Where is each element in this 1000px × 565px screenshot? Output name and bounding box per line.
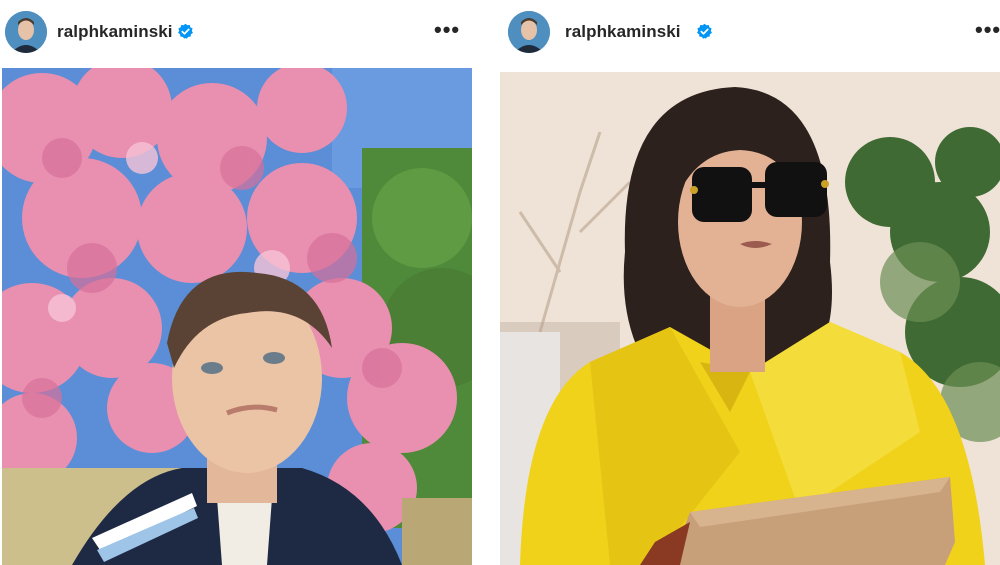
post-header: ralphkaminski •••	[500, 0, 1000, 66]
post-2: ralphkaminski •••	[500, 0, 1000, 565]
username[interactable]: ralphkaminski	[57, 22, 173, 42]
more-options-icon[interactable]: •••	[975, 19, 1000, 41]
verified-badge-icon	[177, 23, 194, 40]
verified-badge-icon	[696, 23, 713, 40]
post-header: ralphkaminski •••	[0, 0, 478, 66]
post-photo[interactable]	[500, 72, 1000, 565]
post-1: ralphkaminski •••	[0, 0, 478, 565]
avatar[interactable]	[5, 11, 47, 53]
username[interactable]: ralphkaminski	[565, 22, 681, 42]
avatar[interactable]	[508, 11, 550, 53]
more-options-icon[interactable]: •••	[434, 19, 460, 41]
post-photo[interactable]	[2, 68, 472, 565]
